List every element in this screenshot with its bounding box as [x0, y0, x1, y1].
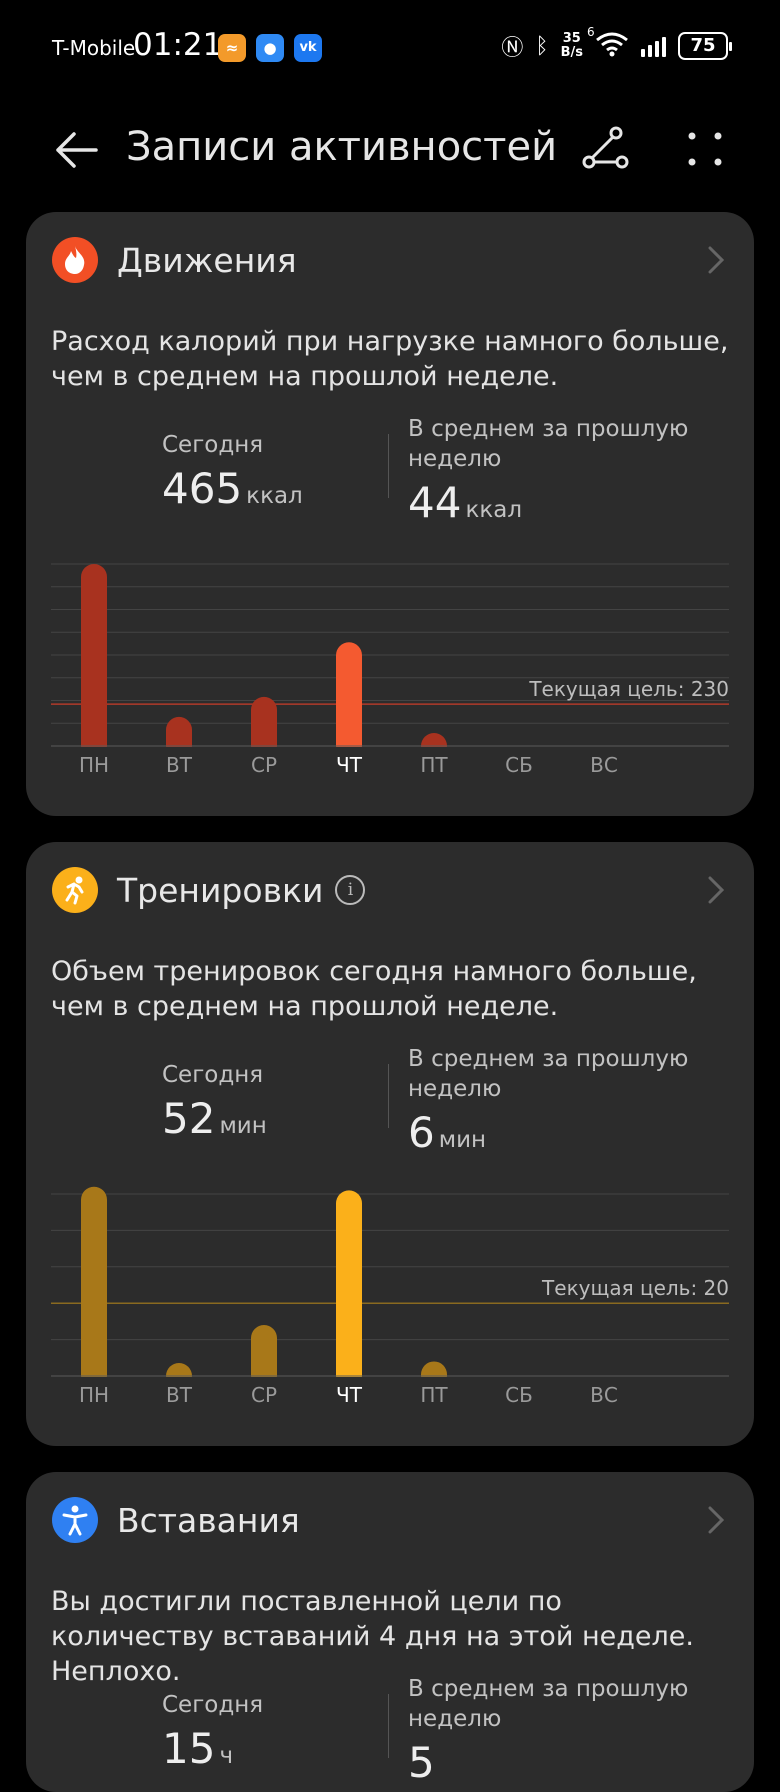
bar-4[interactable]	[336, 1190, 362, 1389]
network-speed: 35 B/s	[561, 32, 583, 60]
stat-divider	[388, 434, 389, 498]
today-value-row: 465 ккал	[162, 464, 303, 513]
average-label: В среднем за прошлую неделю	[408, 416, 689, 472]
messages-icon: ●	[256, 34, 284, 62]
standing-card[interactable]: Вставания Вы достигли поставленной цели …	[26, 1472, 754, 1792]
average-value-row: 6 мин	[408, 1108, 718, 1157]
day-label: ПТ	[420, 753, 448, 777]
average-value: 44	[408, 478, 462, 527]
average-stat: В среднем за прошлую неделю 6 мин	[408, 1044, 718, 1157]
day-label: СБ	[505, 1383, 533, 1407]
workouts-bar-chart: Текущая цель: 20 ПН ВТ СР ЧТ ПТ СБ ВС	[26, 1186, 754, 1407]
chevron-right-icon[interactable]	[704, 872, 728, 908]
average-value-row: 44 ккал	[408, 478, 718, 527]
average-label: В среднем за прошлую неделю	[408, 1046, 689, 1102]
day-label: ЧТ	[336, 1383, 363, 1407]
day-label: ПН	[79, 753, 109, 777]
today-label: Сегодня	[162, 1692, 264, 1718]
card-header: Вставания	[52, 1496, 300, 1544]
route-icon[interactable]	[580, 124, 630, 174]
day-label: ВТ	[166, 1383, 193, 1407]
wifi-icon: 6	[587, 25, 629, 61]
status-bar: T-Mobile 01:21 ≈ ● vk Ⓝ ᛒ 35 B/s 6 75	[0, 0, 780, 96]
card-header: Тренировки i	[52, 866, 366, 914]
today-label: Сегодня	[162, 432, 264, 458]
wifi-label: 6	[587, 25, 595, 39]
day-label: ВС	[590, 753, 618, 777]
moves-card[interactable]: Движения Расход калорий при нагрузке нам…	[26, 212, 754, 816]
average-unit: ккал	[465, 497, 523, 523]
page-title: Записи активностей	[126, 124, 558, 170]
average-value: 5	[408, 1738, 435, 1787]
chevron-right-icon[interactable]	[704, 242, 728, 278]
average-value-row: 5	[408, 1738, 718, 1787]
vk-icon: vk	[294, 34, 322, 62]
day-label: ВТ	[166, 753, 193, 777]
card-header: Движения	[52, 236, 297, 284]
flame-icon	[52, 237, 98, 283]
stat-divider	[388, 1694, 389, 1758]
today-value: 52	[162, 1094, 216, 1143]
status-time: 01:21	[133, 27, 223, 63]
workouts-card[interactable]: Тренировки i Объем тренировок сегодня на…	[26, 842, 754, 1446]
average-label: В среднем за прошлую неделю	[408, 1676, 689, 1732]
nfc-icon: Ⓝ	[501, 36, 524, 61]
moves-bar-chart: Текущая цель: 230 ПН ВТ СР ЧТ ПТ СБ ВС	[26, 563, 754, 777]
goal-label: Текущая цель: 20	[541, 1276, 729, 1300]
day-label: ЧТ	[336, 753, 363, 777]
standing-person-icon	[52, 1497, 98, 1543]
card-description: Объем тренировок сегодня намного больше,…	[51, 956, 697, 1022]
chevron-right-icon[interactable]	[704, 1502, 728, 1538]
average-stat: В среднем за прошлую неделю 5	[408, 1674, 718, 1787]
app-header: Записи активностей	[0, 110, 780, 190]
day-label: СР	[251, 1383, 277, 1407]
bar-1[interactable]	[81, 564, 107, 759]
card-description: Расход калорий при нагрузке намного боль…	[51, 326, 729, 392]
network-speed-unit: B/s	[560, 45, 583, 60]
average-stat: В среднем за прошлую неделю 44 ккал	[408, 414, 718, 527]
today-unit: ккал	[246, 483, 303, 509]
day-label: ВС	[590, 1383, 618, 1407]
today-value: 15	[162, 1724, 216, 1773]
day-label: СР	[251, 753, 277, 777]
today-value-row: 15 ч	[162, 1724, 263, 1773]
day-label: ПТ	[420, 1383, 448, 1407]
average-unit: мин	[438, 1127, 487, 1153]
baseline-mask	[26, 747, 754, 759]
card-title: Тренировки	[117, 870, 324, 910]
bar-4[interactable]	[336, 642, 362, 759]
baseline-mask	[26, 1377, 754, 1389]
today-unit: мин	[219, 1113, 267, 1139]
bluetooth-icon: ᛒ	[535, 33, 549, 59]
battery-indicator: 75	[678, 32, 732, 60]
today-stat: Сегодня 465 ккал	[162, 430, 303, 513]
today-unit: ч	[219, 1743, 234, 1769]
status-right-group: Ⓝ ᛒ 35 B/s 6 75	[501, 25, 732, 62]
card-title: Вставания	[117, 1500, 300, 1540]
card-title: Движения	[117, 240, 297, 280]
aliexpress-icon: ≈	[218, 34, 246, 62]
today-value: 465	[162, 464, 243, 513]
carrier-name: T-Mobile	[52, 36, 136, 60]
today-label: Сегодня	[162, 1062, 264, 1088]
info-icon[interactable]: i	[335, 875, 366, 905]
network-speed-value: 35	[562, 31, 581, 46]
running-person-icon	[52, 867, 98, 913]
more-dots-icon[interactable]	[684, 124, 728, 174]
back-arrow-icon[interactable]	[52, 126, 100, 174]
day-label: ПН	[79, 1383, 109, 1407]
bar-1[interactable]	[81, 1186, 107, 1389]
stat-divider	[388, 1064, 389, 1128]
today-value-row: 52 мин	[162, 1094, 267, 1143]
cell-signal-icon	[641, 35, 666, 57]
goal-label: Текущая цель: 230	[528, 677, 729, 701]
average-value: 6	[408, 1108, 435, 1157]
day-label: СБ	[505, 753, 533, 777]
today-stat: Сегодня 52 мин	[162, 1060, 267, 1143]
